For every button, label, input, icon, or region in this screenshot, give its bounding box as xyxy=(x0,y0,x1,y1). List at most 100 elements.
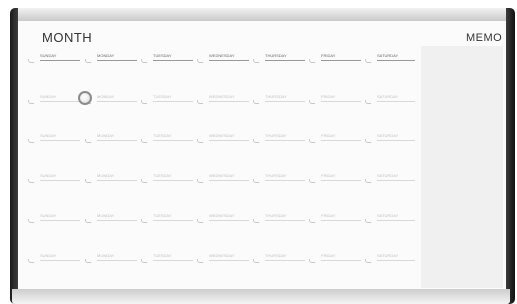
weekday-cell-rule xyxy=(153,180,193,181)
cell-corner-mark xyxy=(365,59,371,63)
weekday-cell-rule xyxy=(321,220,361,221)
weekday-cell-label: MONDAY xyxy=(97,133,115,138)
cell-corner-mark xyxy=(309,259,315,263)
weekday-cell-label: FRIDAY xyxy=(321,213,336,218)
weekday-cell-label: SATURDAY xyxy=(377,253,399,258)
cell-corner-mark xyxy=(197,259,203,263)
weekday-cell-rule xyxy=(321,260,361,261)
weekday-cell-label: THURSDAY xyxy=(265,173,287,178)
cell-corner-mark xyxy=(28,179,34,183)
cell-corner-mark xyxy=(253,59,259,63)
weekday-cell-label: WEDNESDAY xyxy=(209,213,235,218)
weekday-cell-label: FRIDAY xyxy=(321,173,336,178)
weekday-cell-label: SUNDAY xyxy=(40,173,57,178)
weekday-cell-rule xyxy=(265,180,305,181)
weekday-cell-rule xyxy=(97,260,137,261)
weekday-cell-label: MONDAY xyxy=(97,173,115,178)
weekday-cell-rule xyxy=(153,140,193,141)
cell-corner-mark xyxy=(141,139,147,143)
weekday-header: TUESDAY xyxy=(153,53,172,58)
weekday-cell-label: SUNDAY xyxy=(40,94,57,99)
weekday-cell-label: SUNDAY xyxy=(40,213,57,218)
weekday-cell-rule xyxy=(265,220,305,221)
weekday-cell-rule xyxy=(265,140,305,141)
weekday-cell-label: THURSDAY xyxy=(265,94,287,99)
cell-corner-mark xyxy=(309,59,315,63)
frame-bottom-rail xyxy=(12,289,510,304)
cell-corner-mark xyxy=(197,179,203,183)
weekday-cell-rule xyxy=(153,260,193,261)
cell-corner-mark xyxy=(197,219,203,223)
weekday-header: SATURDAY xyxy=(377,53,399,58)
weekday-header-rule xyxy=(40,60,80,61)
weekday-cell-rule xyxy=(97,220,137,221)
weekday-header-rule xyxy=(209,60,249,61)
cell-corner-mark xyxy=(365,100,371,104)
cell-corner-mark xyxy=(85,59,91,63)
cell-corner-mark xyxy=(141,259,147,263)
cell-corner-mark xyxy=(141,179,147,183)
cell-corner-mark xyxy=(141,59,147,63)
weekday-cell-rule xyxy=(209,140,249,141)
memo-panel xyxy=(421,46,503,288)
weekday-cell-label: MONDAY xyxy=(97,213,115,218)
month-title: MONTH xyxy=(42,30,93,45)
cell-corner-mark xyxy=(365,139,371,143)
weekday-cell-label: THURSDAY xyxy=(265,213,287,218)
weekday-cell-rule xyxy=(209,101,249,102)
weekday-cell-label: WEDNESDAY xyxy=(209,173,235,178)
weekday-cell-rule xyxy=(40,101,80,102)
weekday-header: THURSDAY xyxy=(265,53,287,58)
weekday-cell-label: FRIDAY xyxy=(321,94,336,99)
cell-corner-mark xyxy=(365,219,371,223)
weekday-header-rule xyxy=(377,60,415,61)
weekday-header-rule xyxy=(265,60,305,61)
weekday-cell-rule xyxy=(377,260,415,261)
cell-corner-mark xyxy=(309,139,315,143)
cell-corner-mark xyxy=(28,219,34,223)
weekday-cell-label: WEDNESDAY xyxy=(209,94,235,99)
weekday-cell-label: TUESDAY xyxy=(153,253,172,258)
weekday-cell-label: TUESDAY xyxy=(153,133,172,138)
memo-title: MEMO xyxy=(466,32,503,44)
weekday-cell-rule xyxy=(153,101,193,102)
weekday-cell-rule xyxy=(265,101,305,102)
cell-corner-mark xyxy=(365,259,371,263)
cell-corner-mark xyxy=(85,139,91,143)
cell-corner-mark xyxy=(253,139,259,143)
weekday-cell-rule xyxy=(321,180,361,181)
weekday-cell-label: WEDNESDAY xyxy=(209,133,235,138)
cell-corner-mark xyxy=(309,219,315,223)
magnet-ring xyxy=(78,91,92,105)
weekday-header-rule xyxy=(321,60,361,61)
weekday-cell-label: SUNDAY xyxy=(40,253,57,258)
weekday-cell-rule xyxy=(321,140,361,141)
weekday-header: WEDNESDAY xyxy=(209,53,235,58)
weekday-cell-rule xyxy=(209,220,249,221)
frame-left-rail xyxy=(10,8,18,304)
cell-corner-mark xyxy=(253,100,259,104)
cell-corner-mark xyxy=(28,259,34,263)
weekday-cell-label: TUESDAY xyxy=(153,213,172,218)
cell-corner-mark xyxy=(253,259,259,263)
weekday-cell-rule xyxy=(40,220,80,221)
frame-top-rail xyxy=(12,8,510,21)
weekday-cell-label: SATURDAY xyxy=(377,173,399,178)
weekday-cell-rule xyxy=(153,220,193,221)
weekday-cell-rule xyxy=(97,140,137,141)
weekday-cell-label: SATURDAY xyxy=(377,94,399,99)
weekday-cell-rule xyxy=(377,101,415,102)
weekday-header: FRIDAY xyxy=(321,53,336,58)
weekday-cell-rule xyxy=(40,260,80,261)
cell-corner-mark xyxy=(197,59,203,63)
cell-corner-mark xyxy=(141,100,147,104)
cell-corner-mark xyxy=(28,139,34,143)
weekday-cell-label: MONDAY xyxy=(97,253,115,258)
weekday-cell-rule xyxy=(209,180,249,181)
weekday-cell-label: SUNDAY xyxy=(40,133,57,138)
weekday-cell-rule xyxy=(97,180,137,181)
weekday-cell-label: WEDNESDAY xyxy=(209,253,235,258)
cell-corner-mark xyxy=(253,219,259,223)
weekday-header: MONDAY xyxy=(97,53,115,58)
weekday-cell-label: FRIDAY xyxy=(321,133,336,138)
